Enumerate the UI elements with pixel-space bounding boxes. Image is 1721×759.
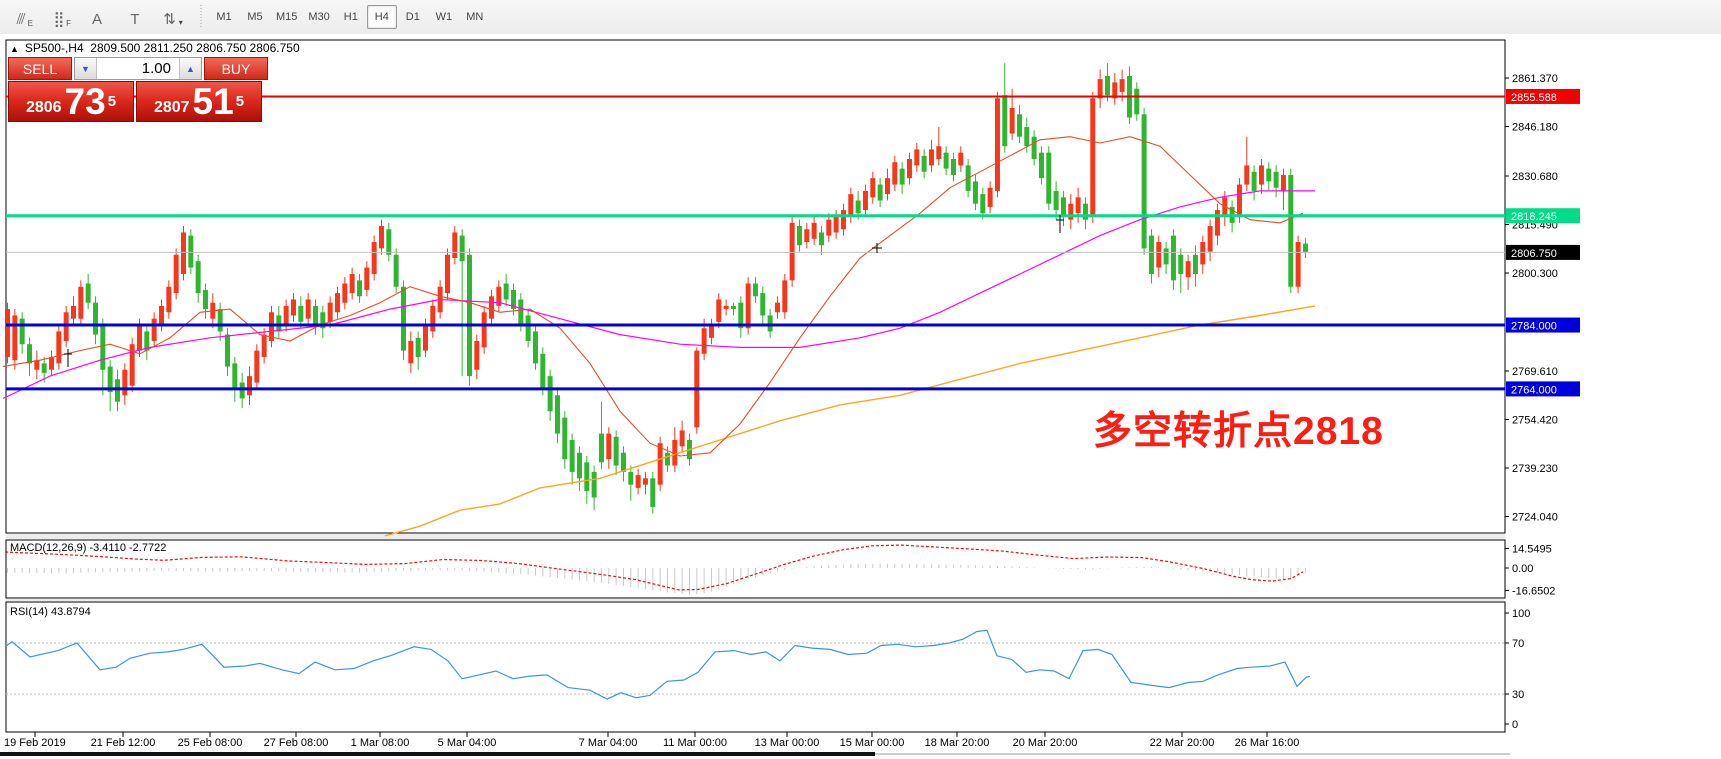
timeframe-h4-button[interactable]: H4: [367, 5, 397, 29]
chinese-annotation-text: 多空转折点2818: [1093, 400, 1384, 456]
drawing-tools-group: ⫻E⣿FAT⇅▾: [0, 4, 190, 30]
price-axis[interactable]: 2861.3702846.1802830.6802815.4902800.300…: [1505, 73, 1580, 523]
one-click-trading-panel: SELL ▼ 1.00 ▲ BUY 2806 73 5 2807 51 5: [8, 57, 268, 122]
svg-text:2754.420: 2754.420: [1512, 414, 1558, 426]
svg-text:1 Mar 08:00: 1 Mar 08:00: [351, 737, 410, 749]
ohlc-values: 2809.500 2811.250 2806.750 2806.750: [90, 41, 299, 55]
timeframe-m1-button[interactable]: M1: [209, 5, 239, 29]
svg-text:18 Mar 20:00: 18 Mar 20:00: [925, 737, 990, 749]
sell-pip-sup: 5: [108, 82, 116, 122]
chart-canvas[interactable]: 2861.3702846.1802830.6802815.4902800.300…: [0, 34, 1721, 759]
svg-text:100: 100: [1512, 608, 1530, 620]
timeframe-m5-button[interactable]: M5: [240, 5, 270, 29]
volume-input[interactable]: 1.00: [97, 58, 179, 79]
buy-price-box[interactable]: 2807 51 5: [136, 81, 262, 122]
svg-text:22 Mar 20:00: 22 Mar 20:00: [1150, 737, 1215, 749]
timeframe-mn-button[interactable]: MN: [460, 5, 490, 29]
svg-text:2739.230: 2739.230: [1512, 463, 1558, 475]
svg-text:2818.245: 2818.245: [1511, 211, 1557, 223]
svg-text:11 Mar 00:00: 11 Mar 00:00: [663, 737, 727, 749]
svg-text:0.00: 0.00: [1512, 563, 1533, 575]
svg-text:2800.300: 2800.300: [1512, 268, 1558, 280]
buy-points: 51: [193, 85, 234, 118]
timeframe-d1-button[interactable]: D1: [398, 5, 428, 29]
svg-text:15 Mar 00:00: 15 Mar 00:00: [840, 737, 905, 749]
indicator-draw-icon[interactable]: ⫻E: [4, 4, 38, 30]
text-box-icon[interactable]: T: [118, 4, 152, 30]
svg-text:26 Mar 16:00: 26 Mar 16:00: [1235, 737, 1300, 749]
svg-text:2769.610: 2769.610: [1512, 366, 1558, 378]
svg-text:2846.180: 2846.180: [1512, 122, 1558, 134]
sell-big-figure: 2806: [26, 98, 62, 118]
svg-text:2784.000: 2784.000: [1511, 321, 1557, 333]
timeframe-w1-button[interactable]: W1: [429, 5, 459, 29]
sell-points: 73: [65, 85, 106, 118]
sell-price-box[interactable]: 2806 73 5: [8, 81, 134, 122]
svg-text:2724.040: 2724.040: [1512, 511, 1558, 523]
svg-text:2806.750: 2806.750: [1511, 248, 1557, 260]
svg-text:27 Feb 08:00: 27 Feb 08:00: [264, 737, 329, 749]
sell-button[interactable]: SELL: [8, 57, 72, 80]
svg-text:14.5495: 14.5495: [1512, 543, 1552, 555]
svg-text:21 Feb 12:00: 21 Feb 12:00: [91, 737, 156, 749]
volume-stepper: ▼ 1.00 ▲: [74, 57, 202, 80]
svg-text:2855.588: 2855.588: [1511, 92, 1557, 104]
timeframe-buttons-group: M1M5M15M30H1H4D1W1MN: [208, 5, 490, 29]
volume-increase-button[interactable]: ▲: [179, 58, 201, 79]
svg-text:RSI(14) 43.8794: RSI(14) 43.8794: [10, 606, 91, 618]
fibonacci-grid-icon[interactable]: ⣿F: [42, 4, 76, 30]
timeframe-m15-button[interactable]: M15: [271, 5, 302, 29]
svg-text:7 Mar 04:00: 7 Mar 04:00: [579, 737, 638, 749]
svg-text:-16.6502: -16.6502: [1512, 585, 1555, 597]
symbol-name: SP500-,H4: [25, 41, 84, 55]
toolbar: ⫻E⣿FAT⇅▾ M1M5M15M30H1H4D1W1MN: [0, 0, 1721, 35]
symbol-ohlc-header: ▲ SP500-,H4 2809.500 2811.250 2806.750 28…: [10, 41, 300, 55]
svg-text:19 Feb 2019: 19 Feb 2019: [4, 737, 66, 749]
toolbar-separator: [200, 5, 202, 29]
timeframe-m30-button[interactable]: M30: [303, 5, 334, 29]
svg-text:0: 0: [1512, 719, 1518, 731]
buy-pip-sup: 5: [236, 82, 244, 122]
svg-text:13 Mar 00:00: 13 Mar 00:00: [755, 737, 820, 749]
buy-button[interactable]: BUY: [204, 57, 268, 80]
text-label-icon[interactable]: A: [80, 4, 114, 30]
panel-frames: [6, 40, 1505, 732]
svg-text:70: 70: [1512, 638, 1524, 650]
volume-decrease-button[interactable]: ▼: [75, 58, 97, 79]
time-axis[interactable]: 19 Feb 2019 21 Feb 12:00 25 Feb 08:00 27 Fe…: [4, 732, 1299, 749]
timeframe-h1-button[interactable]: H1: [336, 5, 366, 29]
svg-text:MACD(12,26,9) -3.4110 -2.7722: MACD(12,26,9) -3.4110 -2.7722: [10, 542, 166, 554]
svg-text:2764.000: 2764.000: [1511, 384, 1557, 396]
svg-text:30: 30: [1512, 689, 1524, 701]
svg-text:5 Mar 04:00: 5 Mar 04:00: [438, 737, 497, 749]
svg-text:2861.370: 2861.370: [1512, 73, 1558, 85]
buy-big-figure: 2807: [154, 98, 190, 118]
svg-text:2830.680: 2830.680: [1512, 171, 1558, 183]
svg-text:20 Mar 20:00: 20 Mar 20:00: [1013, 737, 1078, 749]
chart-workspace: 2861.3702846.1802830.6802815.4902800.300…: [0, 34, 1721, 759]
arrow-objects-icon[interactable]: ⇅▾: [156, 4, 190, 30]
svg-text:25 Feb 08:00: 25 Feb 08:00: [178, 737, 243, 749]
collapse-triangle-icon[interactable]: ▲: [10, 44, 19, 54]
